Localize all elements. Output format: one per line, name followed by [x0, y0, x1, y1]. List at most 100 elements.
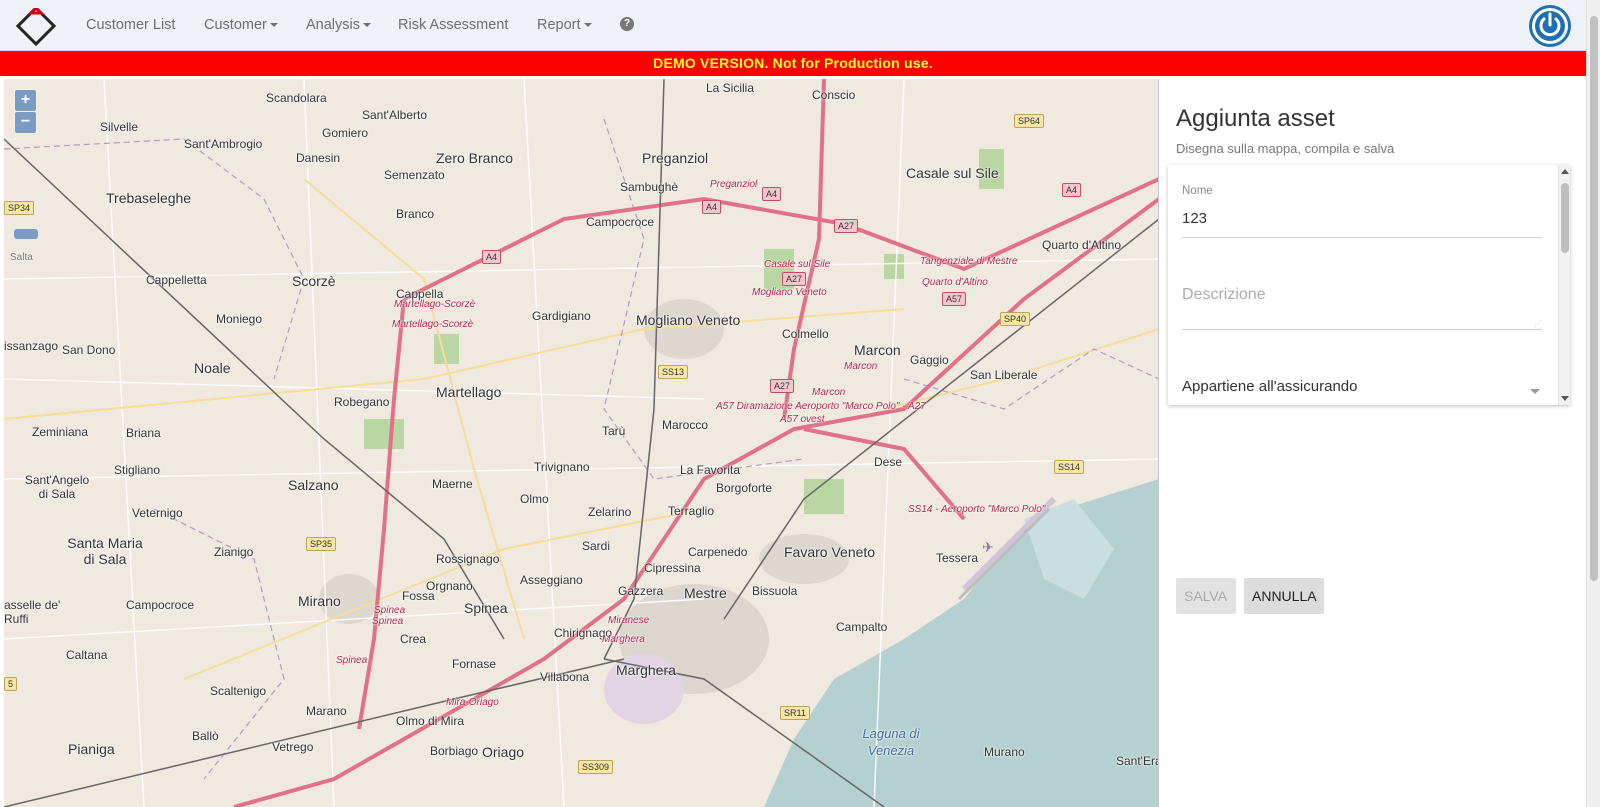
road-name-label: Quarto d'Altino [922, 277, 988, 288]
road-shield: A27 [834, 219, 859, 233]
road-shield: 5 [4, 677, 18, 691]
map-place-label: Zeminiana [32, 425, 89, 439]
map-place-label: Mirano [298, 593, 341, 609]
road-name-label: Mogliano Veneto [752, 287, 827, 298]
map-place-label: Sambughè [620, 180, 679, 194]
power-icon[interactable] [1528, 4, 1572, 48]
road-name-label: Mira-Oriago [446, 697, 499, 708]
map-place-label: Pianiga [68, 741, 115, 757]
road-shield: SP64 [1014, 114, 1045, 128]
zoom-control: + − [14, 89, 37, 134]
map-place-label: Vetrego [272, 740, 314, 754]
scroll-up-icon[interactable] [1561, 169, 1569, 174]
map-place-label: La Sicilia [706, 81, 755, 95]
descrizione-underline [1182, 329, 1542, 330]
map-place-label: Caltana [66, 648, 108, 662]
page-scrollbar[interactable] [1586, 0, 1600, 807]
road-shield: SP40 [1000, 312, 1031, 326]
caret-down-icon [583, 23, 592, 27]
map-place-label: Robegano [334, 395, 390, 409]
map-place-label: Stigliano [114, 463, 161, 477]
road-name-label: Miranese [608, 615, 650, 626]
app-logo[interactable] [14, 4, 58, 48]
road-name-label: Tangenziale di Mestre [920, 256, 1018, 267]
map-place-label: Dese [874, 455, 903, 469]
road-name-label: Preganziol [710, 179, 758, 190]
map-place-label: Preganziol [642, 150, 709, 166]
form-scrollbar-thumb[interactable] [1561, 183, 1569, 253]
map-place-label: Quarto d'Altino [1042, 238, 1122, 252]
map-place-label: Rossignago [436, 552, 500, 566]
cancel-button[interactable]: ANNULLA [1244, 578, 1324, 614]
map-place-label: Campalto [836, 620, 888, 634]
save-button[interactable]: SALVA [1176, 578, 1236, 614]
map-place-label: Trebaseleghe [106, 190, 192, 206]
zoom-in-button[interactable]: + [15, 90, 36, 111]
map-place-label: Mestre [684, 585, 727, 601]
map-place-label: San Dono [62, 343, 116, 357]
map-place-label: Favaro Veneto [784, 544, 876, 560]
nav-analysis-dropdown[interactable]: Analysis [306, 17, 371, 33]
map-place-label: Crea [400, 632, 427, 646]
scroll-down-icon[interactable] [1561, 396, 1569, 401]
map-place-label: Tessera [936, 551, 979, 565]
road-name-label: Spinea [336, 655, 368, 666]
map-place-label: Cipressina [644, 561, 701, 575]
page-scrollbar-thumb[interactable] [1590, 16, 1598, 581]
zoom-slider-handle[interactable] [14, 229, 38, 239]
map-place-label: Maerne [432, 477, 473, 491]
road-name-label: Spinea [372, 616, 404, 627]
nav-risk-assessment[interactable]: Risk Assessment [398, 17, 508, 33]
road-name-label: Spinea [374, 605, 406, 616]
descrizione-textarea[interactable]: Descrizione [1182, 286, 1266, 304]
map-place-label: Murano [984, 745, 1025, 759]
panel-title: Aggiunta asset [1176, 105, 1335, 132]
road-name-label: Casale sul Sile [764, 259, 831, 270]
map-place-label: Gardigiano [532, 309, 591, 323]
road-name-label: Marghera [602, 634, 645, 645]
map-place-label: Villabona [540, 670, 590, 684]
road-name-label: A57 ovest [780, 414, 825, 425]
road-name-label: Marcon [844, 361, 878, 372]
road-name-label: SS14 - Aeroporto "Marco Polo" [908, 504, 1046, 515]
map-place-label: Branco [396, 207, 435, 221]
nav-report-dropdown[interactable]: Report [537, 17, 592, 33]
map-view[interactable]: Scandolara Sant'Alberto La Sicilia Consc… [4, 79, 1159, 807]
map-place-label: Oriago [482, 744, 525, 760]
map-place-label: Marcon [854, 342, 901, 358]
map-place-label: Ballò [192, 729, 219, 743]
chevron-down-icon[interactable] [1530, 389, 1540, 394]
nav-report-label: Report [537, 17, 581, 33]
map-place-label: Danesin [296, 151, 341, 165]
nav-customer-dropdown[interactable]: Customer [204, 17, 278, 33]
map-place-label: Gaggio [910, 353, 949, 367]
question-circle-icon[interactable]: ? [620, 17, 634, 31]
road-shield: SS14 [1054, 460, 1085, 474]
appartiene-select[interactable]: Appartiene all'assicurando [1182, 378, 1357, 395]
nav-customer-label: Customer [204, 17, 267, 33]
resize-handle-icon[interactable]: ⋰ [1534, 319, 1542, 328]
map-place-label: Zelarino [588, 505, 632, 519]
map-place-label: Salzano [288, 477, 339, 493]
nav-customer-list[interactable]: Customer List [86, 17, 175, 33]
map-place-label: Sant'Angelo di Sala [24, 473, 90, 501]
demo-banner: DEMO VERSION. Not for Production use. [0, 51, 1586, 76]
map-place-label: Semenzato [384, 168, 445, 182]
caret-down-icon [363, 23, 371, 27]
road-shield: A4 [482, 250, 502, 264]
road-shield: SS309 [578, 760, 614, 774]
map-place-label: Zero Branco [436, 150, 514, 166]
map-place-label: Scorzè [292, 273, 336, 289]
road-name-label: A57 Diramazione Aeroporto "Marco Polo" -… [716, 401, 926, 412]
road-shield: SP34 [4, 201, 35, 215]
map-place-label: Martellago [436, 384, 502, 400]
map-place-label: Sant'Alberto [362, 108, 427, 122]
map-place-label: Olmo [520, 492, 549, 506]
zoom-out-button[interactable]: − [15, 112, 36, 133]
map-place-label: Conscio [812, 88, 856, 102]
form-scrollbar[interactable] [1558, 165, 1570, 405]
map-place-label: Marghera [616, 662, 676, 678]
top-navbar: Customer List Customer Analysis Risk Ass… [0, 0, 1586, 51]
nome-input[interactable]: 123 [1182, 210, 1207, 227]
road-shield: SS13 [658, 365, 689, 379]
